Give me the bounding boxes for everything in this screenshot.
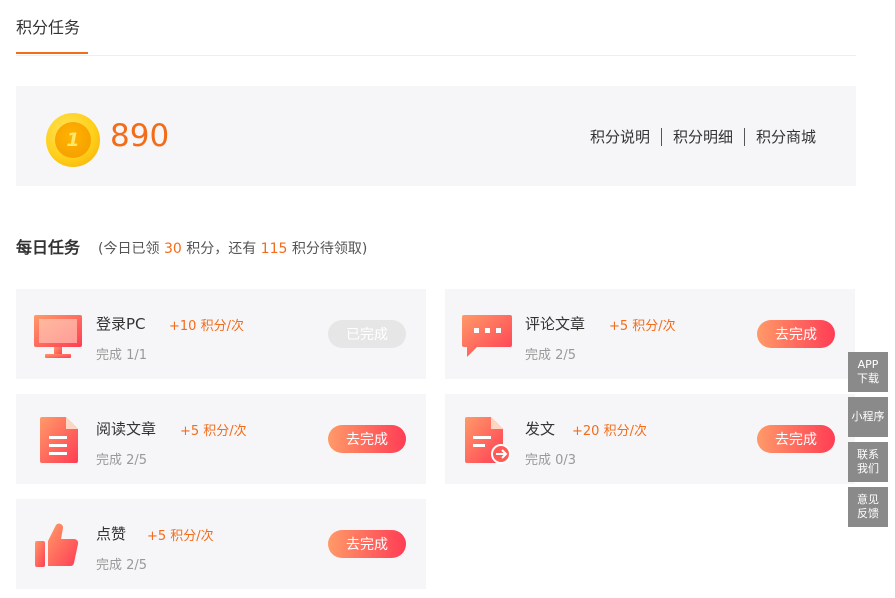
daily-tasks-summary: (今日已领 30 积分，还有 115 积分待领取) <box>98 241 368 257</box>
task-points: +5 积分/次 <box>147 529 214 544</box>
thumbs-up-icon <box>35 523 79 567</box>
task-go-button[interactable]: 去完成 <box>757 425 835 453</box>
task-progress: 完成 2/5 <box>96 558 148 573</box>
daily-tasks-title: 每日任务 <box>16 238 81 257</box>
task-card-publish: 发文 +20 积分/次 完成 0/3 去完成 <box>445 394 855 484</box>
points-rules-link[interactable]: 积分说明 <box>579 128 661 146</box>
points-summary: 1 890 积分说明 积分明细 积分商城 <box>16 86 856 186</box>
task-name: 点赞 <box>96 525 127 543</box>
task-done-button: 已完成 <box>328 320 406 348</box>
points-balance: 890 <box>110 118 170 154</box>
task-points: +10 积分/次 <box>169 319 244 334</box>
remaining-points: 115 <box>260 241 288 257</box>
task-progress: 完成 2/5 <box>525 348 577 363</box>
task-go-button[interactable]: 去完成 <box>328 425 406 453</box>
daily-tasks-header: 每日任务 (今日已领 30 积分，还有 115 积分待领取) <box>16 234 367 258</box>
floating-sidebar: APP 下载 小程序 联系 我们 意见 反馈 <box>848 352 888 532</box>
task-name: 阅读文章 <box>96 420 157 438</box>
task-points: +5 积分/次 <box>609 319 676 334</box>
task-points: +20 积分/次 <box>572 424 647 439</box>
task-card-login-pc: 登录PC +10 积分/次 完成 1/1 已完成 <box>16 289 426 379</box>
points-links: 积分说明 积分明细 积分商城 <box>579 128 816 146</box>
task-card-comment: 评论文章 +5 积分/次 完成 2/5 去完成 <box>445 289 855 379</box>
tab-bar: 积分任务 <box>16 0 856 56</box>
task-name: 发文 <box>525 420 556 438</box>
contact-us-button[interactable]: 联系 我们 <box>848 442 888 482</box>
feedback-button[interactable]: 意见 反馈 <box>848 487 888 527</box>
coin-icon: 1 <box>46 113 100 167</box>
task-progress: 完成 1/1 <box>96 348 148 363</box>
task-card-like: 点赞 +5 积分/次 完成 2/5 去完成 <box>16 499 426 589</box>
task-go-button[interactable]: 去完成 <box>328 530 406 558</box>
task-card-read: 阅读文章 +5 积分/次 完成 2/5 去完成 <box>16 394 426 484</box>
points-mall-link[interactable]: 积分商城 <box>743 128 816 146</box>
monitor-icon <box>34 315 82 358</box>
task-progress: 完成 0/3 <box>525 453 577 468</box>
points-detail-link[interactable]: 积分明细 <box>660 128 744 146</box>
app-download-button[interactable]: APP 下载 <box>848 352 888 392</box>
task-go-button[interactable]: 去完成 <box>757 320 835 348</box>
task-name: 登录PC <box>96 315 146 333</box>
tab-points-tasks[interactable]: 积分任务 <box>16 14 88 54</box>
task-progress: 完成 2/5 <box>96 453 148 468</box>
publish-icon <box>465 417 511 464</box>
comment-icon <box>462 315 512 357</box>
mini-program-button[interactable]: 小程序 <box>848 397 888 437</box>
earned-points: 30 <box>163 241 182 257</box>
document-icon <box>40 417 78 463</box>
task-points: +5 积分/次 <box>180 424 247 439</box>
task-name: 评论文章 <box>525 315 586 333</box>
